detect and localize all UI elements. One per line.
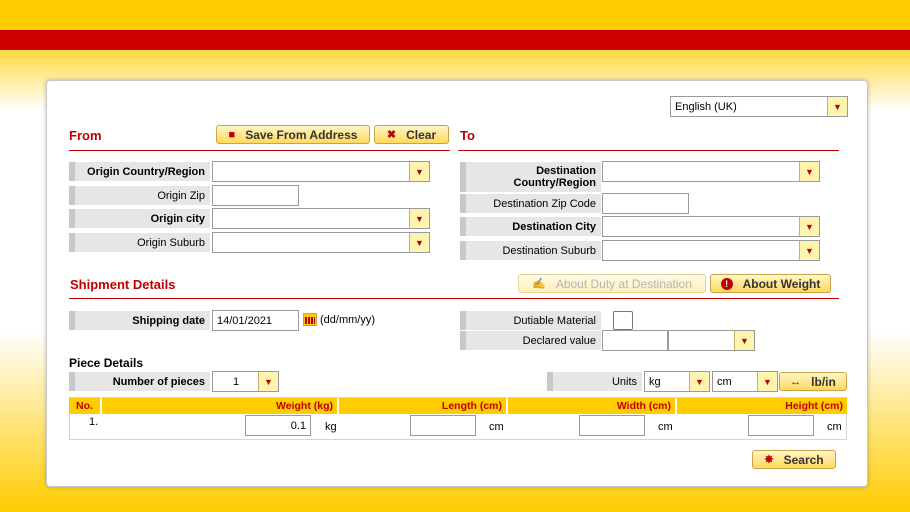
chevron-down-icon: ▼ xyxy=(409,162,429,181)
length-input[interactable] xyxy=(410,415,476,436)
search-label: Search xyxy=(783,452,824,467)
length-unit-select[interactable]: cm ▼ xyxy=(712,371,778,392)
chevron-down-icon: ▼ xyxy=(409,209,429,228)
column-header-width: Width (cm) xyxy=(508,398,677,414)
calendar-icon[interactable] xyxy=(303,313,317,326)
origin-suburb-label: Origin Suburb xyxy=(69,233,210,252)
shipping-date-label: Shipping date xyxy=(69,311,210,330)
chevron-down-icon: ▼ xyxy=(799,217,819,236)
width-input[interactable] xyxy=(579,415,645,436)
origin-country-label: Origin Country/Region xyxy=(69,162,210,181)
origin-city-select[interactable]: ▼ xyxy=(212,208,430,229)
chevron-down-icon: ▼ xyxy=(757,372,777,391)
dutiable-material-label: Dutiable Material xyxy=(460,311,601,330)
swap-arrows-icon: ↔ xyxy=(790,375,802,388)
destination-zip-input[interactable] xyxy=(602,193,689,214)
height-input[interactable] xyxy=(748,415,814,436)
language-select-value: English (UK) xyxy=(675,100,737,113)
clear-label: Clear xyxy=(406,127,437,142)
length-unit-value: cm xyxy=(717,375,732,388)
shipping-date-input[interactable]: 14/01/2021 xyxy=(212,310,299,331)
pieces-table-header: No. Weight (kg) Length (cm) Width (cm) H… xyxy=(69,398,847,414)
date-format-hint: (dd/mm/yy) xyxy=(320,314,375,326)
shipment-divider xyxy=(69,298,839,299)
about-duty-label: About Duty at Destination xyxy=(555,276,692,291)
piece-details-title: Piece Details xyxy=(69,356,144,370)
row-number: 1. xyxy=(89,416,99,428)
language-select[interactable]: English (UK) ▼ xyxy=(670,96,848,117)
destination-suburb-label: Destination Suburb xyxy=(460,241,601,260)
column-header-height: Height (cm) xyxy=(677,398,847,414)
about-duty-button[interactable]: ✍ About Duty at Destination xyxy=(518,274,706,293)
destination-city-select[interactable]: ▼ xyxy=(602,216,820,237)
info-icon: ! xyxy=(720,277,733,290)
calendar-icon-grid xyxy=(305,317,315,324)
declared-value-label: Declared value xyxy=(460,331,601,350)
from-section-title: From xyxy=(69,128,102,143)
dutiable-material-checkbox[interactable] xyxy=(613,311,633,330)
shipping-form-panel: English (UK) ▼ From ■ Save From Address … xyxy=(46,80,868,487)
chevron-down-icon: ▼ xyxy=(258,372,278,391)
origin-city-label: Origin city xyxy=(69,209,210,228)
origin-suburb-select[interactable]: ▼ xyxy=(212,232,430,253)
clear-button[interactable]: ✖ Clear xyxy=(374,125,449,144)
chevron-down-icon: ▼ xyxy=(799,162,819,181)
destination-country-label: Destination Country/Region xyxy=(460,162,601,192)
number-of-pieces-value: 1 xyxy=(233,375,240,388)
search-icon: ✸ xyxy=(764,454,774,466)
declared-value-input[interactable] xyxy=(602,330,668,351)
to-section-title: To xyxy=(460,128,475,143)
origin-zip-input[interactable] xyxy=(212,185,299,206)
weight-unit-text: kg xyxy=(325,421,337,433)
column-header-no: No. xyxy=(69,398,102,414)
currency-select[interactable]: ▼ xyxy=(668,330,755,351)
number-of-pieces-label: Number of pieces xyxy=(69,372,210,391)
column-header-length: Length (cm) xyxy=(339,398,508,414)
lb-in-toggle-label: lb/in xyxy=(811,374,836,389)
chevron-down-icon: ▼ xyxy=(689,372,709,391)
number-of-pieces-select[interactable]: 1 ▼ xyxy=(212,371,279,392)
save-from-address-label: Save From Address xyxy=(245,127,358,142)
duty-icon: ✍ xyxy=(532,278,546,290)
destination-country-select[interactable]: ▼ xyxy=(602,161,820,182)
from-divider xyxy=(69,150,450,151)
about-weight-button[interactable]: ! About Weight xyxy=(710,274,831,293)
search-button[interactable]: ✸ Search xyxy=(752,450,836,469)
shipment-details-title: Shipment Details xyxy=(70,277,176,292)
about-weight-label: About Weight xyxy=(742,276,821,291)
units-label: Units xyxy=(547,372,642,391)
origin-zip-label: Origin Zip xyxy=(69,186,210,205)
lb-in-toggle-button[interactable]: ↔ lb/in xyxy=(779,372,847,391)
chevron-down-icon: ▼ xyxy=(734,331,754,350)
chevron-down-icon: ▼ xyxy=(799,241,819,260)
height-unit-text: cm xyxy=(827,421,842,433)
length-unit-text: cm xyxy=(489,421,504,433)
weight-input[interactable]: 0.1 xyxy=(245,415,311,436)
save-icon: ■ xyxy=(228,128,236,141)
destination-city-label: Destination City xyxy=(460,217,601,236)
destination-suburb-select[interactable]: ▼ xyxy=(602,240,820,261)
chevron-down-icon: ▼ xyxy=(827,97,847,116)
weight-unit-value: kg xyxy=(649,375,661,388)
header-red-bar xyxy=(0,30,910,50)
save-from-address-button[interactable]: ■ Save From Address xyxy=(216,125,370,144)
chevron-down-icon: ▼ xyxy=(409,233,429,252)
column-header-weight: Weight (kg) xyxy=(102,398,339,414)
close-icon: ✖ xyxy=(386,129,397,141)
width-unit-text: cm xyxy=(658,421,673,433)
weight-unit-select[interactable]: kg ▼ xyxy=(644,371,710,392)
to-divider xyxy=(458,150,839,151)
destination-zip-label: Destination Zip Code xyxy=(460,194,601,213)
origin-country-select[interactable]: ▼ xyxy=(212,161,430,182)
